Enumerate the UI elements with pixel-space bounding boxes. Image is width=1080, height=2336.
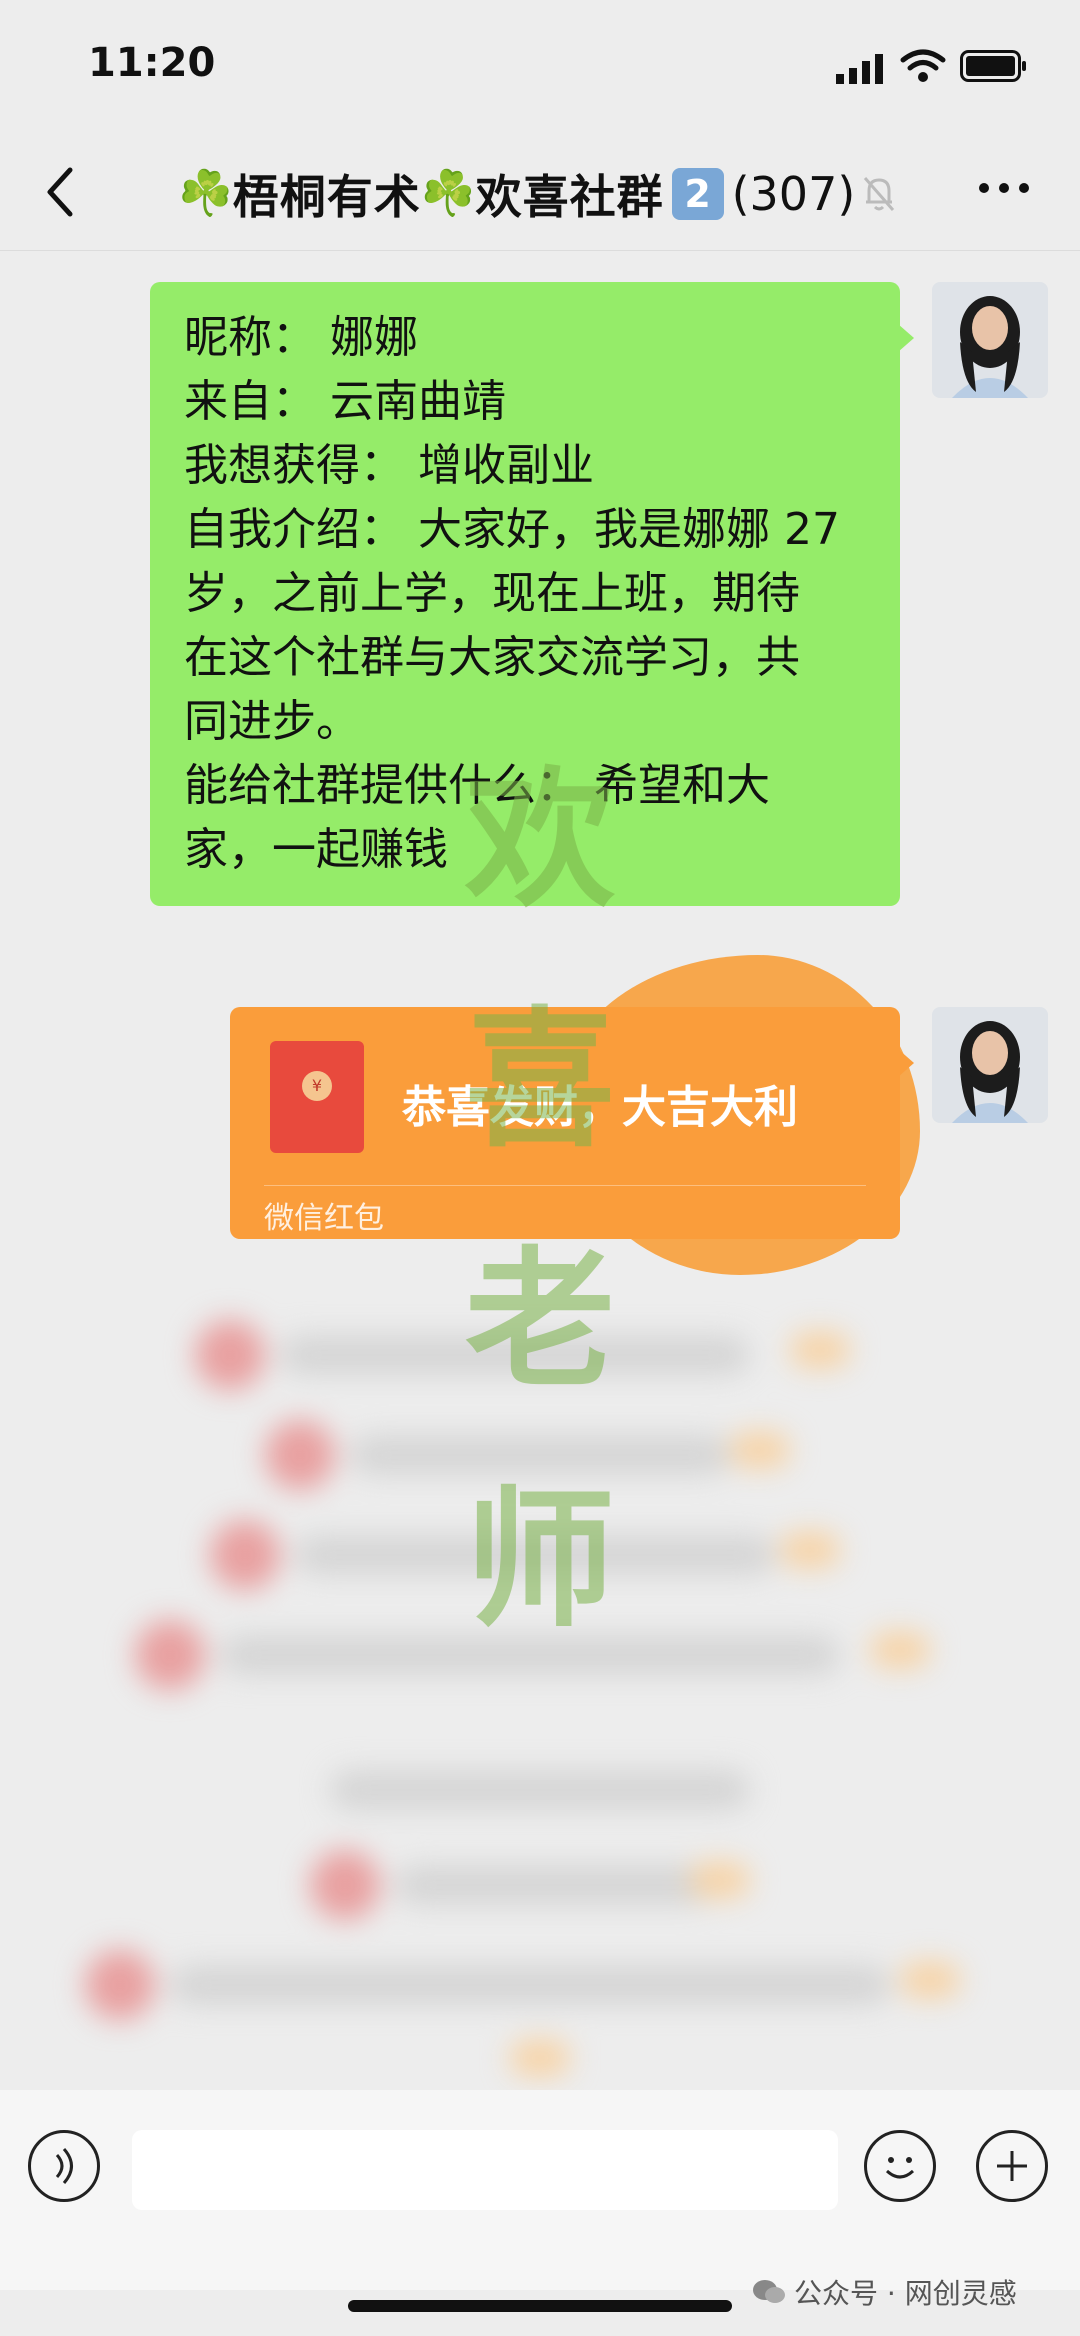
bell-off-icon xyxy=(864,177,895,211)
message-input-bar xyxy=(0,2090,1080,2290)
status-time: 11:20 xyxy=(88,40,216,86)
red-packet-label: 微信红包 xyxy=(264,1201,384,1236)
emoji-icon xyxy=(885,2157,915,2179)
plus-icon xyxy=(997,2151,1027,2181)
group-number-badge: 2 xyxy=(671,168,724,220)
intro-line: 来自： 云南曲靖 xyxy=(184,376,506,427)
intro-line: 昵称： 娜娜 xyxy=(184,312,418,363)
source-watermark-text: 公众号 · 网创灵感 xyxy=(794,2277,1017,2310)
wechat-icon xyxy=(753,2280,785,2303)
red-envelope-icon: ¥ xyxy=(270,1041,364,1153)
coin-icon: ¥ xyxy=(302,1071,332,1101)
cellular-signal-icon xyxy=(836,54,883,84)
avatar-portrait xyxy=(932,282,1048,398)
intro-line: 我想获得： 增收副业 xyxy=(184,440,594,491)
intro-line: 自我介绍： 大家好，我是娜娜 27 xyxy=(184,504,840,555)
clover-icon: ☘️ xyxy=(178,168,233,219)
member-count: (307) xyxy=(731,167,856,221)
more-button[interactable] xyxy=(976,176,1032,200)
message-text-field[interactable] xyxy=(132,2130,838,2210)
red-packet-message[interactable]: ¥ 恭喜发财，大吉大利 微信红包 xyxy=(230,1007,914,1239)
back-button[interactable] xyxy=(40,162,80,222)
sender-avatar[interactable] xyxy=(932,1007,1048,1123)
group-name-suffix: 欢喜社群 xyxy=(475,170,664,224)
intro-line: 同进步。 xyxy=(184,696,360,747)
chat-title[interactable]: ☘️ 梧桐有术 ☘️ 欢喜社群 2 (307) xyxy=(178,162,897,226)
intro-line: 能给社群提供什么： 希望和大 xyxy=(184,760,770,811)
more-functions-button[interactable] xyxy=(976,2130,1048,2202)
intro-line: 在这个社群与大家交流学习，共 xyxy=(184,632,800,683)
emoji-button[interactable] xyxy=(864,2130,936,2202)
source-watermark: 公众号 · 网创灵感 xyxy=(752,2272,1017,2312)
battery-icon xyxy=(960,50,1026,82)
red-packet-divider xyxy=(264,1185,866,1186)
blurred-message-history xyxy=(0,1270,1080,2090)
voice-input-button[interactable] xyxy=(28,2130,100,2202)
clover-icon: ☘️ xyxy=(420,168,476,219)
self-intro-message[interactable]: 昵称： 娜娜 来自： 云南曲靖 我想获得： 增收副业 自我介绍： 大家好，我是娜… xyxy=(150,282,914,906)
voice-icon xyxy=(55,2148,73,2184)
home-indicator[interactable] xyxy=(348,2300,732,2312)
wifi-icon xyxy=(900,49,946,82)
group-name: 梧桐有术 xyxy=(232,170,421,224)
sender-avatar[interactable] xyxy=(932,282,1048,398)
avatar-portrait xyxy=(932,1007,1048,1123)
intro-line: 家，一起赚钱 xyxy=(184,824,448,875)
status-bar: 11:20 xyxy=(0,0,1080,130)
red-packet-greeting: 恭喜发财，大吉大利 xyxy=(402,1082,798,1133)
chat-header: ☘️ 梧桐有术 ☘️ 欢喜社群 2 (307) xyxy=(0,140,1080,251)
intro-line: 岁，之前上学，现在上班，期待 xyxy=(184,568,800,619)
